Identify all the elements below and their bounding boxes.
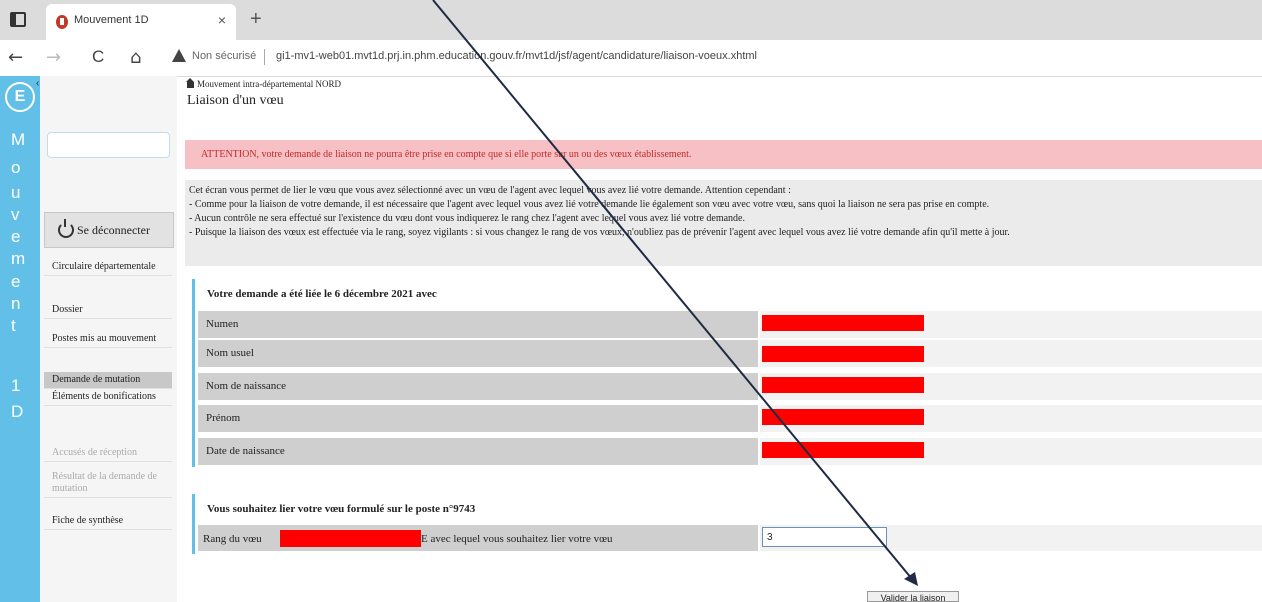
row-value	[760, 340, 1262, 367]
sidebar-item-resultat[interactable]: Résultat de la demande de mutation	[44, 469, 172, 498]
table-row: Date de naissance	[198, 438, 1262, 465]
redaction-mark	[762, 442, 924, 458]
browser-tab-bar: Mouvement 1D × +	[0, 0, 1262, 40]
close-tab-icon[interactable]: ×	[218, 12, 226, 28]
app-logo: E	[5, 82, 35, 112]
brand-letter: m	[11, 249, 26, 268]
brand-letter: e	[11, 272, 21, 291]
table-row: Nom usuel	[198, 340, 1262, 367]
info-line: - Comme pour la liaison de votre demande…	[189, 199, 990, 210]
table-row: Prénom	[198, 405, 1262, 432]
info-line: - Aucun contrôle ne sera effectué sur l'…	[189, 213, 745, 224]
rang-suffix: E avec lequel vous souhaitez lier votre …	[421, 533, 613, 545]
site-favicon-icon	[56, 15, 68, 29]
info-line: - Puisque la liaison des vœux est effect…	[189, 227, 1010, 238]
table-row: Numen	[198, 311, 1262, 338]
url-field[interactable]: Non sécurisé gi1-mv1-web01.mvt1d.prj.in.…	[168, 46, 1258, 70]
browser-tab[interactable]: Mouvement 1D ×	[46, 4, 236, 40]
sidebar-item-accuses[interactable]: Accusés de réception	[44, 445, 172, 462]
sidebar-user-box	[47, 132, 170, 158]
sidebar: ‹ Se déconnecter Circulaire départementa…	[36, 76, 177, 602]
brand-letter: e	[11, 227, 21, 246]
page-title: Liaison d'un vœu	[187, 93, 284, 108]
info-line: Cet écran vous permet de lier le vœu que…	[189, 185, 791, 196]
sidebar-item-circulaire[interactable]: Circulaire départementale	[44, 259, 172, 276]
warning-icon	[172, 49, 186, 62]
sidebar-item-postes[interactable]: Postes mis au mouvement	[44, 331, 172, 348]
row-value	[760, 438, 1262, 465]
new-tab-icon[interactable]: +	[250, 8, 262, 31]
linked-section-heading: Votre demande a été liée le 6 décembre 2…	[207, 288, 437, 300]
brand-letter: u	[11, 183, 21, 202]
link-section-heading: Vous souhaitez lier votre vœu formulé su…	[207, 503, 476, 515]
app-brand-strip: E M o u v e m e n t 1 D	[0, 76, 40, 602]
brand-letter: t	[11, 316, 16, 335]
rang-input[interactable]	[762, 527, 887, 547]
brand-letter: v	[11, 205, 20, 224]
brand-letter: n	[11, 294, 21, 313]
window-menu-icon[interactable]	[10, 12, 26, 27]
row-value	[760, 311, 1262, 338]
security-label[interactable]: Non sécurisé	[192, 50, 256, 62]
info-box: Cet écran vous permet de lier le vœu que…	[185, 180, 1262, 266]
brand-letter: D	[11, 402, 24, 421]
alert-text: ATTENTION, votre demande de liaison ne p…	[201, 149, 692, 160]
row-value	[760, 405, 1262, 432]
reload-icon[interactable]: C	[92, 47, 104, 67]
sidebar-item-dossier[interactable]: Dossier	[44, 302, 172, 319]
brand-letter: 1	[11, 376, 21, 395]
row-label: Prénom	[198, 405, 758, 432]
rang-prefix: Rang du vœu	[203, 533, 262, 545]
row-label: Nom de naissance	[198, 373, 758, 400]
redaction-mark	[762, 409, 924, 425]
sidebar-item-bonifications[interactable]: Éléments de bonifications	[44, 389, 172, 406]
sidebar-item-fiche-synthese[interactable]: Fiche de synthèse	[44, 513, 172, 530]
redaction-mark	[762, 377, 924, 393]
redaction-mark	[280, 530, 421, 547]
tab-title: Mouvement 1D	[74, 14, 149, 26]
row-value	[760, 373, 1262, 400]
row-label: Numen	[198, 311, 758, 338]
brand-letter: M	[11, 130, 26, 149]
collapse-menu-icon[interactable]: ‹	[36, 78, 39, 89]
breadcrumb[interactable]: Mouvement intra-départemental NORD	[186, 78, 341, 89]
row-label: Nom usuel	[198, 340, 758, 367]
brand-letter: o	[11, 158, 21, 177]
address-separator	[264, 49, 265, 65]
linked-agent-panel: Votre demande a été liée le 6 décembre 2…	[192, 279, 1262, 467]
power-icon	[58, 219, 74, 238]
row-label: Date de naissance	[198, 438, 758, 465]
alert-banner: ATTENTION, votre demande de liaison ne p…	[185, 140, 1262, 169]
url-text[interactable]: gi1-mv1-web01.mvt1d.prj.in.phm.education…	[276, 50, 757, 62]
address-bar: ← → C ⌂ Non sécurisé gi1-mv1-web01.mvt1d…	[0, 40, 1262, 77]
sidebar-item-demande-mutation[interactable]: Demande de mutation	[44, 372, 172, 389]
back-icon[interactable]: ←	[8, 47, 23, 68]
forward-icon[interactable]: →	[46, 47, 61, 68]
home-icon[interactable]: ⌂	[130, 47, 141, 68]
breadcrumb-label: Mouvement intra-départemental NORD	[197, 79, 341, 89]
table-row: Nom de naissance	[198, 373, 1262, 400]
logout-label: Se déconnecter	[77, 223, 150, 237]
logout-button[interactable]: Se déconnecter	[44, 212, 174, 248]
redaction-mark	[762, 346, 924, 362]
validate-link-button[interactable]: Valider la liaison	[867, 591, 959, 602]
home-icon	[186, 78, 194, 88]
redaction-mark	[762, 315, 924, 331]
